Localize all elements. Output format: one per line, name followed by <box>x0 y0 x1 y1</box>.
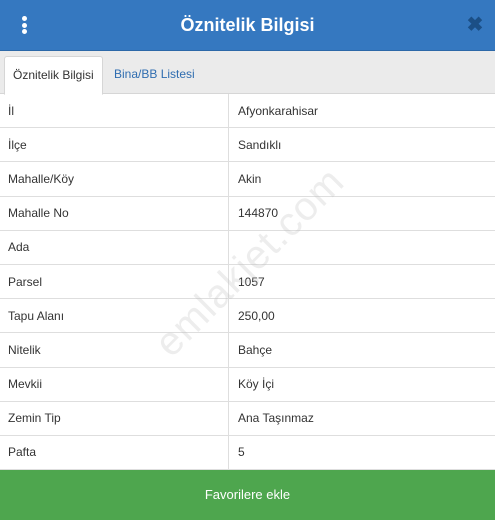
table-row: Parsel 1057 <box>0 264 495 300</box>
row-value: Ana Taşınmaz <box>238 411 314 426</box>
close-icon[interactable]: ✖ <box>465 15 485 35</box>
row-label: Nitelik <box>8 342 41 357</box>
table-row: Mevkii Köy İçi <box>0 367 495 402</box>
dialog-title: Öznitelik Bilgisi <box>180 15 315 35</box>
row-label: Pafta <box>8 445 37 460</box>
table-row: Ada <box>0 230 495 265</box>
row-value: Akin <box>238 171 262 186</box>
row-value: Afyonkarahisar <box>238 103 319 118</box>
table-row: Zemin Tip Ana Taşınmaz <box>0 401 495 436</box>
row-label: Tapu Alanı <box>8 308 65 323</box>
row-label: İlçe <box>8 137 27 152</box>
row-value: 5 <box>238 445 245 460</box>
row-label: İl <box>8 103 14 118</box>
add-to-favorites-button[interactable]: Favorilere ekle <box>0 470 495 520</box>
row-value: Bahçe <box>238 342 273 357</box>
attribute-table: İl Afyonkarahisar İlçe Sandıklı Mahalle/… <box>0 94 495 471</box>
row-label: Mevkii <box>8 377 43 392</box>
tab-attribute-info[interactable]: Öznitelik Bilgisi <box>4 56 103 95</box>
row-label: Parsel <box>8 274 43 289</box>
row-value: Sandıklı <box>238 137 282 152</box>
vertical-dots-icon[interactable] <box>14 13 34 37</box>
table-row: İl Afyonkarahisar <box>0 94 495 129</box>
row-label: Ada <box>8 240 30 255</box>
row-label: Mahalle/Köy <box>8 171 75 186</box>
table-row: Mahalle/Köy Akin <box>0 162 495 197</box>
table-row: Nitelik Bahçe <box>0 333 495 368</box>
row-value: 1057 <box>238 274 265 289</box>
row-label: Zemin Tip <box>8 411 61 426</box>
row-value: 144870 <box>238 206 279 221</box>
table-row: Mahalle No 144870 <box>0 196 495 231</box>
row-label: Mahalle No <box>8 206 69 221</box>
tab-building-list[interactable]: Bina/BB Listesi <box>106 56 203 94</box>
tab-bar: Öznitelik Bilgisi Bina/BB Listesi <box>0 51 495 95</box>
table-row: İlçe Sandıklı <box>0 128 495 163</box>
table-row: Tapu Alanı 250,00 <box>0 299 495 334</box>
dialog-header: Öznitelik Bilgisi ✖ <box>0 0 495 51</box>
row-value: 250,00 <box>238 308 275 323</box>
row-value: Köy İçi <box>238 377 275 392</box>
table-row: Pafta 5 <box>0 435 495 471</box>
